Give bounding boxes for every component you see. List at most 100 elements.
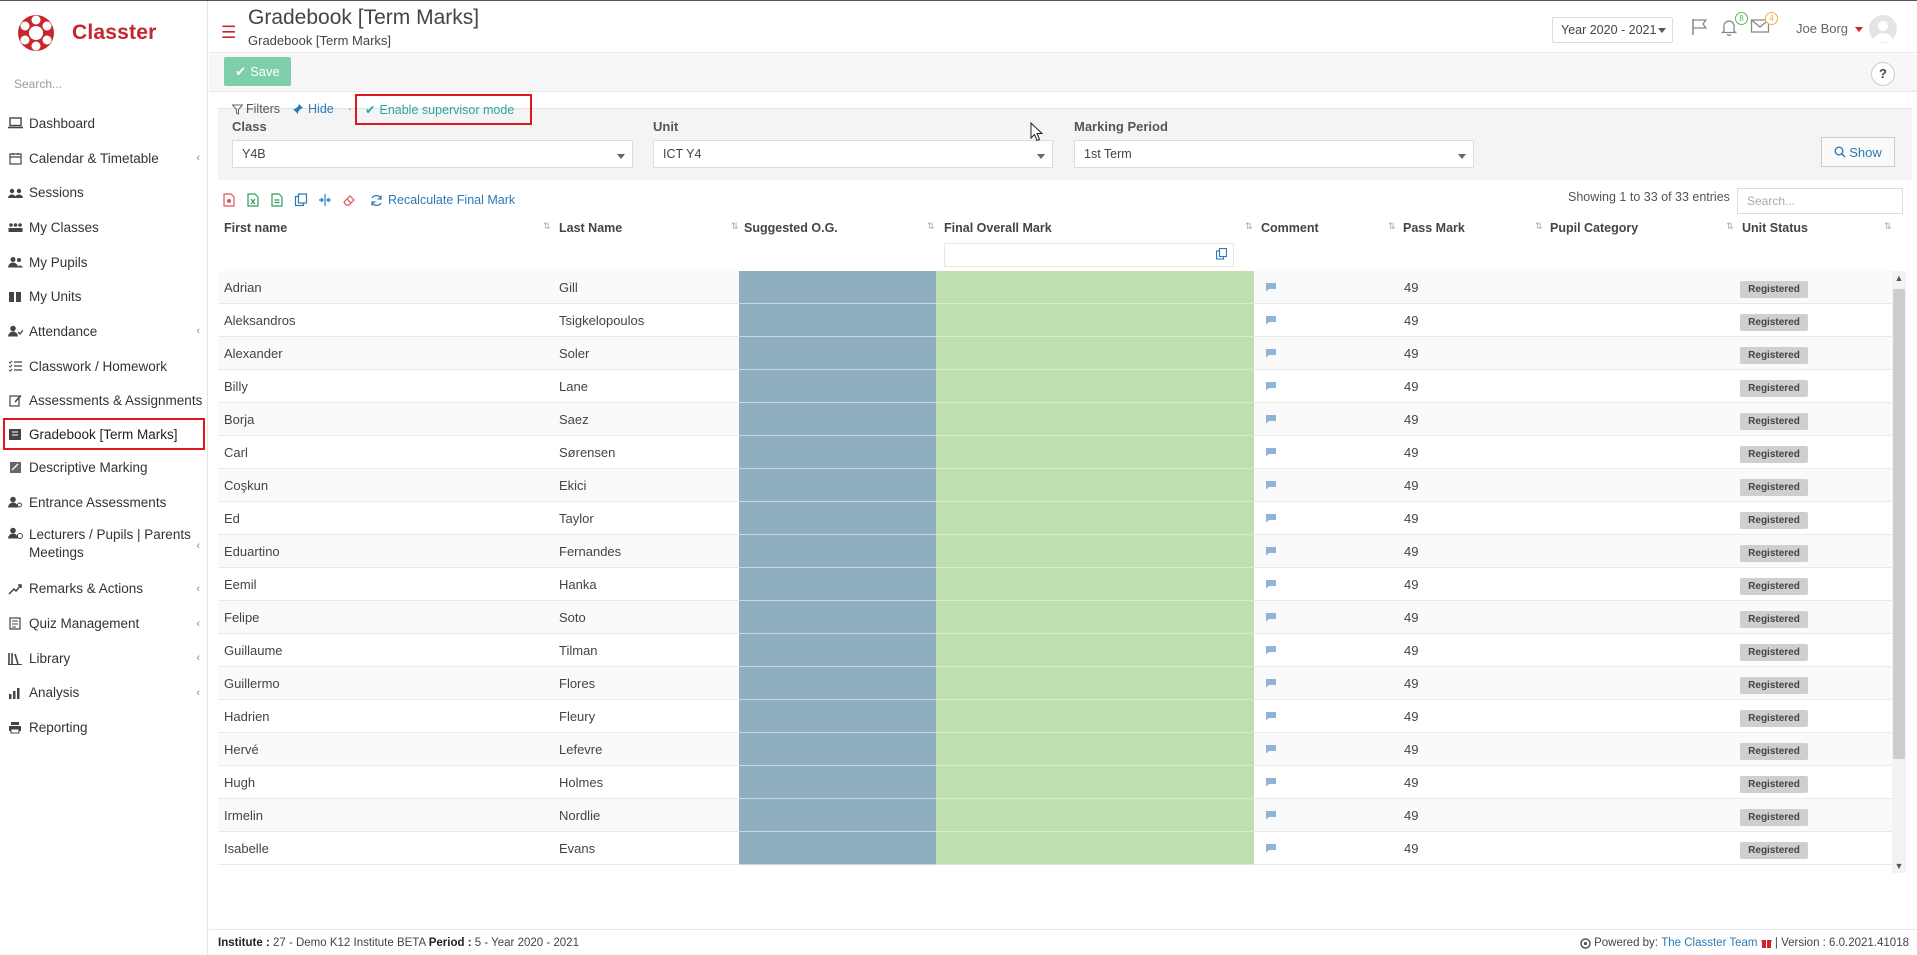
bell-icon[interactable]: 8 (1720, 12, 1748, 38)
sort-icon[interactable]: ⇅ (1388, 221, 1395, 232)
final-overall-mark-cell[interactable] (936, 535, 1254, 568)
sidebar-search-input[interactable]: Search... (14, 77, 194, 91)
column-header-suggested-og[interactable]: Suggested O.G. (744, 221, 838, 235)
final-overall-mark-cell[interactable] (936, 601, 1254, 634)
sidebar-item-analysis[interactable]: Analysis ‹ (0, 676, 208, 711)
sidebar-item-reporting[interactable]: Reporting (0, 710, 208, 745)
final-overall-mark-cell[interactable] (936, 337, 1254, 370)
final-overall-mark-cell[interactable] (936, 733, 1254, 766)
save-button[interactable]: ✔ Save (224, 57, 291, 86)
comment-icon[interactable] (1265, 513, 1277, 523)
hamburger-menu-icon[interactable]: ☰ (221, 23, 236, 43)
sort-icon[interactable]: ⇅ (1535, 221, 1542, 232)
envelope-icon[interactable]: 4 (1750, 12, 1778, 38)
comment-icon[interactable] (1265, 711, 1277, 721)
final-overall-mark-cell[interactable] (936, 304, 1254, 337)
comment-icon[interactable] (1265, 579, 1277, 589)
sidebar-item-entrance-assessments[interactable]: Entrance Assessments (0, 485, 208, 520)
classter-team-link[interactable]: The Classter Team (1661, 937, 1757, 949)
sidebar-item-remarks-actions[interactable]: Remarks & Actions ‹ (0, 572, 208, 607)
hide-filters-link[interactable]: Hide (292, 102, 334, 116)
final-overall-mark-cell[interactable] (936, 469, 1254, 502)
comment-icon[interactable] (1265, 546, 1277, 556)
final-overall-mark-cell[interactable] (936, 370, 1254, 403)
sidebar-item-sessions[interactable]: Sessions (0, 175, 208, 210)
comment-icon[interactable] (1265, 777, 1277, 787)
comment-icon[interactable] (1265, 348, 1277, 358)
comment-icon[interactable] (1265, 315, 1277, 325)
classter-logo[interactable]: Classter (16, 11, 156, 55)
year-select[interactable]: Year 2020 - 2021 (1552, 17, 1673, 43)
scroll-up-icon[interactable]: ▲ (1892, 271, 1906, 285)
table-search-input[interactable]: Search... (1737, 188, 1903, 214)
sidebar-item-my-pupils[interactable]: My Pupils (0, 245, 208, 280)
final-overall-mark-cell[interactable] (936, 271, 1254, 304)
comment-icon[interactable] (1265, 810, 1277, 820)
final-mark-bulk-input[interactable] (944, 243, 1234, 267)
comment-icon[interactable] (1265, 843, 1277, 853)
user-name[interactable]: Joe Borg (1796, 21, 1848, 36)
compress-columns-icon[interactable] (318, 193, 332, 207)
comment-icon[interactable] (1265, 414, 1277, 424)
user-menu-caret-icon[interactable] (1855, 27, 1863, 32)
final-overall-mark-cell[interactable] (936, 799, 1254, 832)
column-header-unit-status[interactable]: Unit Status (1742, 221, 1808, 235)
column-header-pupil-category[interactable]: Pupil Category (1550, 221, 1638, 235)
filters-toggle[interactable]: Filters (232, 102, 280, 116)
comment-icon[interactable] (1265, 480, 1277, 490)
sort-icon[interactable]: ⇅ (1884, 221, 1891, 232)
unit-select[interactable]: ICT Y4 (653, 140, 1053, 168)
final-overall-mark-cell[interactable] (936, 436, 1254, 469)
sort-icon[interactable]: ⇅ (927, 221, 934, 232)
enable-supervisor-mode-button[interactable]: ✔ Enable supervisor mode (355, 94, 532, 125)
final-overall-mark-cell[interactable] (936, 634, 1254, 667)
sidebar-item-my-classes[interactable]: My Classes (0, 210, 208, 245)
comment-icon[interactable] (1265, 612, 1277, 622)
sidebar-item-dashboard[interactable]: Dashboard (0, 106, 208, 141)
export-csv-icon[interactable] (270, 193, 284, 207)
final-overall-mark-cell[interactable] (936, 403, 1254, 436)
comment-icon[interactable] (1265, 645, 1277, 655)
class-select[interactable]: Y4B (232, 140, 633, 168)
scrollbar-thumb[interactable] (1893, 289, 1905, 759)
show-button[interactable]: Show (1821, 137, 1895, 167)
comment-icon[interactable] (1265, 381, 1277, 391)
sidebar-item-classwork-homework[interactable]: Classwork / Homework (0, 349, 208, 384)
sort-icon[interactable]: ⇅ (731, 221, 738, 232)
sidebar-item-my-units[interactable]: My Units (0, 279, 208, 314)
comment-icon[interactable] (1265, 447, 1277, 457)
sort-icon[interactable]: ⇅ (543, 221, 550, 232)
export-excel-icon[interactable] (246, 193, 260, 207)
column-header-pass-mark[interactable]: Pass Mark (1403, 221, 1465, 235)
column-header-final-overall-mark[interactable]: Final Overall Mark (944, 221, 1052, 235)
marking-period-select[interactable]: 1st Term (1074, 140, 1474, 168)
final-overall-mark-cell[interactable] (936, 568, 1254, 601)
comment-icon[interactable] (1265, 744, 1277, 754)
sidebar-item-assessments-assignments[interactable]: Assessments & Assignments (0, 384, 208, 419)
sidebar-item-gradebook-term-marks[interactable]: Gradebook [Term Marks] (3, 418, 205, 451)
recalculate-final-mark-button[interactable]: Recalculate Final Mark (370, 193, 515, 207)
sidebar-item-descriptive-marking[interactable]: Descriptive Marking (0, 450, 208, 485)
final-overall-mark-cell[interactable] (936, 502, 1254, 535)
scroll-down-icon[interactable]: ▼ (1892, 859, 1906, 873)
sidebar-item-attendance[interactable]: Attendance ‹ (0, 314, 208, 349)
comment-icon[interactable] (1265, 678, 1277, 688)
sidebar-item-calendar-timetable[interactable]: Calendar & Timetable ‹ (0, 141, 208, 176)
help-button[interactable]: ? (1871, 62, 1895, 86)
column-header-first-name[interactable]: First name (224, 221, 287, 235)
avatar[interactable] (1869, 15, 1897, 43)
sort-icon[interactable]: ⇅ (1245, 221, 1252, 232)
sort-icon[interactable]: ⇅ (1726, 221, 1733, 232)
column-header-comment[interactable]: Comment (1261, 221, 1319, 235)
eraser-icon[interactable] (342, 193, 356, 207)
comment-icon[interactable] (1265, 282, 1277, 292)
final-overall-mark-cell[interactable] (936, 832, 1254, 865)
sidebar-item-lecturers-pupils-parents-meetings[interactable]: Lecturers / Pupils | Parents Meetings ‹ (0, 520, 208, 572)
export-pdf-icon[interactable] (222, 193, 236, 207)
final-overall-mark-cell[interactable] (936, 700, 1254, 733)
final-overall-mark-cell[interactable] (936, 766, 1254, 799)
flag-icon[interactable] (1690, 18, 1712, 38)
sidebar-item-library[interactable]: Library ‹ (0, 641, 208, 676)
table-scrollbar[interactable]: ▲ ▼ (1892, 271, 1906, 873)
final-overall-mark-cell[interactable] (936, 667, 1254, 700)
